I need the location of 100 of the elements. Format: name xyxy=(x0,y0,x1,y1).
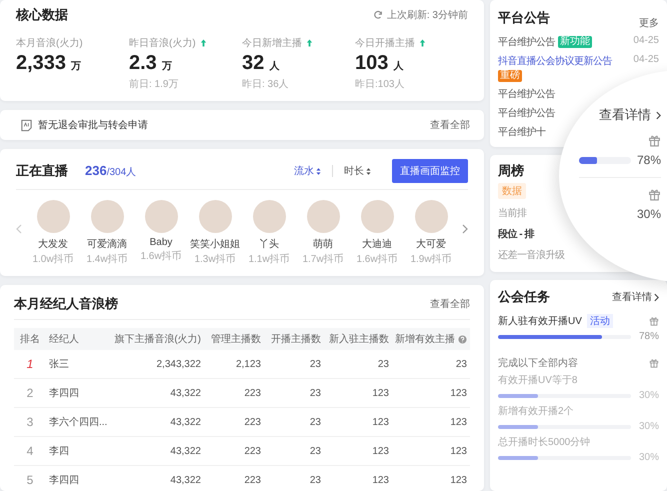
avatar-placeholder[interactable] xyxy=(36,200,70,233)
announcement-link[interactable]: 平台维护公告 xyxy=(498,35,555,49)
progress-reading: 30% xyxy=(638,421,659,432)
view-all-link[interactable]: 查看全部 xyxy=(430,118,470,132)
streamer-coins: 1.0w抖币 xyxy=(32,252,74,266)
streamer-name: 大迪迪 xyxy=(362,238,392,251)
streamer-name: 大发发 xyxy=(38,238,68,251)
avatar-placeholder[interactable] xyxy=(198,200,232,233)
streamer-coins: 1.9w抖币 xyxy=(410,252,452,266)
column-header: 旗下主播音浪(火力) xyxy=(114,332,201,346)
task-name: 新人驻有效开播UV xyxy=(498,314,582,328)
avatar-placeholder[interactable] xyxy=(360,200,394,233)
table-cell: 123 xyxy=(450,388,467,398)
tag-badge: 活动 xyxy=(586,314,613,328)
table-cell: 223 xyxy=(244,416,261,428)
metric-value: 2,333 xyxy=(16,52,66,75)
announcement-link[interactable]: 平台维护公告 xyxy=(498,87,555,101)
table-cell: 43,322 xyxy=(170,388,201,398)
view-all-link[interactable]: 查看全部 xyxy=(430,297,470,311)
metric-label: 昨日音浪(火力) xyxy=(129,36,196,50)
metric-label: 今日开播主播 xyxy=(355,36,415,50)
streamer-name: 笑笑小姐姐 xyxy=(190,238,240,251)
column-header: 开播主播数 xyxy=(271,332,321,346)
table-cell: 123 xyxy=(450,416,467,428)
weekly-text: 段位 - 排 xyxy=(498,228,534,241)
progress-reading: 78% xyxy=(638,331,659,342)
sort-toggle[interactable]: 时长 xyxy=(342,164,373,178)
announcement-link[interactable]: 抖音直播公会协议更新公告 xyxy=(498,54,612,68)
metric-unit: 万 xyxy=(162,60,172,73)
avatar-placeholder[interactable] xyxy=(144,200,178,233)
streamer-name: 大可爱 xyxy=(416,238,446,251)
streamer-name: 可爱滴滴 xyxy=(87,238,127,251)
weekly-text: 当前排 xyxy=(498,206,526,220)
table-cell: 123 xyxy=(450,446,467,456)
streamer-name: 萌萌 xyxy=(313,238,333,251)
avatar-placeholder[interactable] xyxy=(252,200,286,233)
column-header: 新入驻主播数 xyxy=(329,332,389,346)
view-details-link[interactable]: 查看详情 xyxy=(612,290,659,304)
notice-text: 暂无退会审批与转会申请 xyxy=(38,118,148,132)
table-cell: 2,123 xyxy=(236,358,261,370)
metric-label: 今日新增主播 xyxy=(242,36,302,50)
streamer-coins: 1.7w抖币 xyxy=(302,252,344,266)
announcement-link[interactable]: 平台维护公告 xyxy=(498,106,555,120)
monitor-button[interactable]: 直播画面监控 xyxy=(392,159,468,183)
progress-reading: 30% xyxy=(638,452,659,463)
table-cell: 43,322 xyxy=(170,416,201,428)
metric-compare: 前日: 1.9万 xyxy=(129,78,180,91)
status-badge: 数据 xyxy=(498,183,526,199)
tag-badge: 新功能 xyxy=(558,36,592,48)
streamer-name: 丫头 xyxy=(259,238,279,251)
weekly-text: 还差一音浪升级 xyxy=(498,248,564,262)
table-cell: 2,343,322 xyxy=(156,358,201,370)
column-header: 管理主播数 xyxy=(211,332,261,346)
card-title: 公会任务 xyxy=(498,288,550,306)
table-cell: 23 xyxy=(310,388,321,398)
streamer-name: Baby xyxy=(150,237,172,248)
table-cell: 23 xyxy=(310,474,321,486)
table-cell: 223 xyxy=(244,446,261,456)
metric-compare: 昨日: 36人 xyxy=(242,78,290,91)
chevron-left-icon xyxy=(16,224,22,234)
table-cell: 123 xyxy=(372,446,389,456)
card-title: 本月经纪人音浪榜 xyxy=(14,295,118,313)
progress-reading: 78% xyxy=(636,153,661,167)
more-link[interactable]: 更多 xyxy=(639,16,659,30)
subtask-name: 总开播时长5000分钟 xyxy=(498,436,592,449)
avatar-placeholder[interactable] xyxy=(90,200,124,233)
rank-number: 4 xyxy=(26,444,34,458)
table-cell: 223 xyxy=(244,474,261,486)
sort-icon xyxy=(316,166,321,176)
rank-number: 5 xyxy=(26,473,34,487)
gift-icon xyxy=(649,316,659,326)
announcement-link[interactable]: 平台维护十 xyxy=(498,125,546,139)
avatar-placeholder[interactable] xyxy=(414,200,448,233)
column-header: 新增有效主播 xyxy=(395,332,455,346)
subtask-name: 有效开播UV等于8 xyxy=(498,374,578,387)
announcement-date: 04-25 xyxy=(633,35,659,46)
table-cell: 李四四 xyxy=(49,388,79,399)
streamer-coins: 1.1w抖币 xyxy=(248,252,290,266)
table-cell: 123 xyxy=(372,474,389,486)
view-details-link[interactable]: 查看详情 xyxy=(599,106,661,124)
live-total: /304人 xyxy=(106,166,136,179)
table-cell: 123 xyxy=(372,416,389,428)
table-cell: 23 xyxy=(310,358,321,370)
progress-reading: 30% xyxy=(636,207,661,221)
table-cell: 43,322 xyxy=(170,446,201,456)
table-cell: 23 xyxy=(456,358,467,370)
subtask-name: 新增有效开播2个 xyxy=(498,404,575,418)
live-count: 236 xyxy=(85,163,107,178)
streamer-coins: 1.6w抖币 xyxy=(140,250,182,263)
card-title: 平台公告 xyxy=(498,9,550,27)
card-title: 正在直播 xyxy=(16,162,68,180)
task-name: 完成以下全部内容 xyxy=(498,356,578,370)
avatar-placeholder[interactable] xyxy=(306,200,340,233)
sort-toggle[interactable]: 流水 xyxy=(292,164,323,178)
metric-unit: 人 xyxy=(393,60,404,73)
table-cell: 23 xyxy=(310,416,321,428)
column-header: 排名 xyxy=(20,332,40,346)
table-cell: 李四四 xyxy=(49,475,79,486)
column-header: 经纪人 xyxy=(49,333,79,346)
gift-icon xyxy=(648,188,661,201)
